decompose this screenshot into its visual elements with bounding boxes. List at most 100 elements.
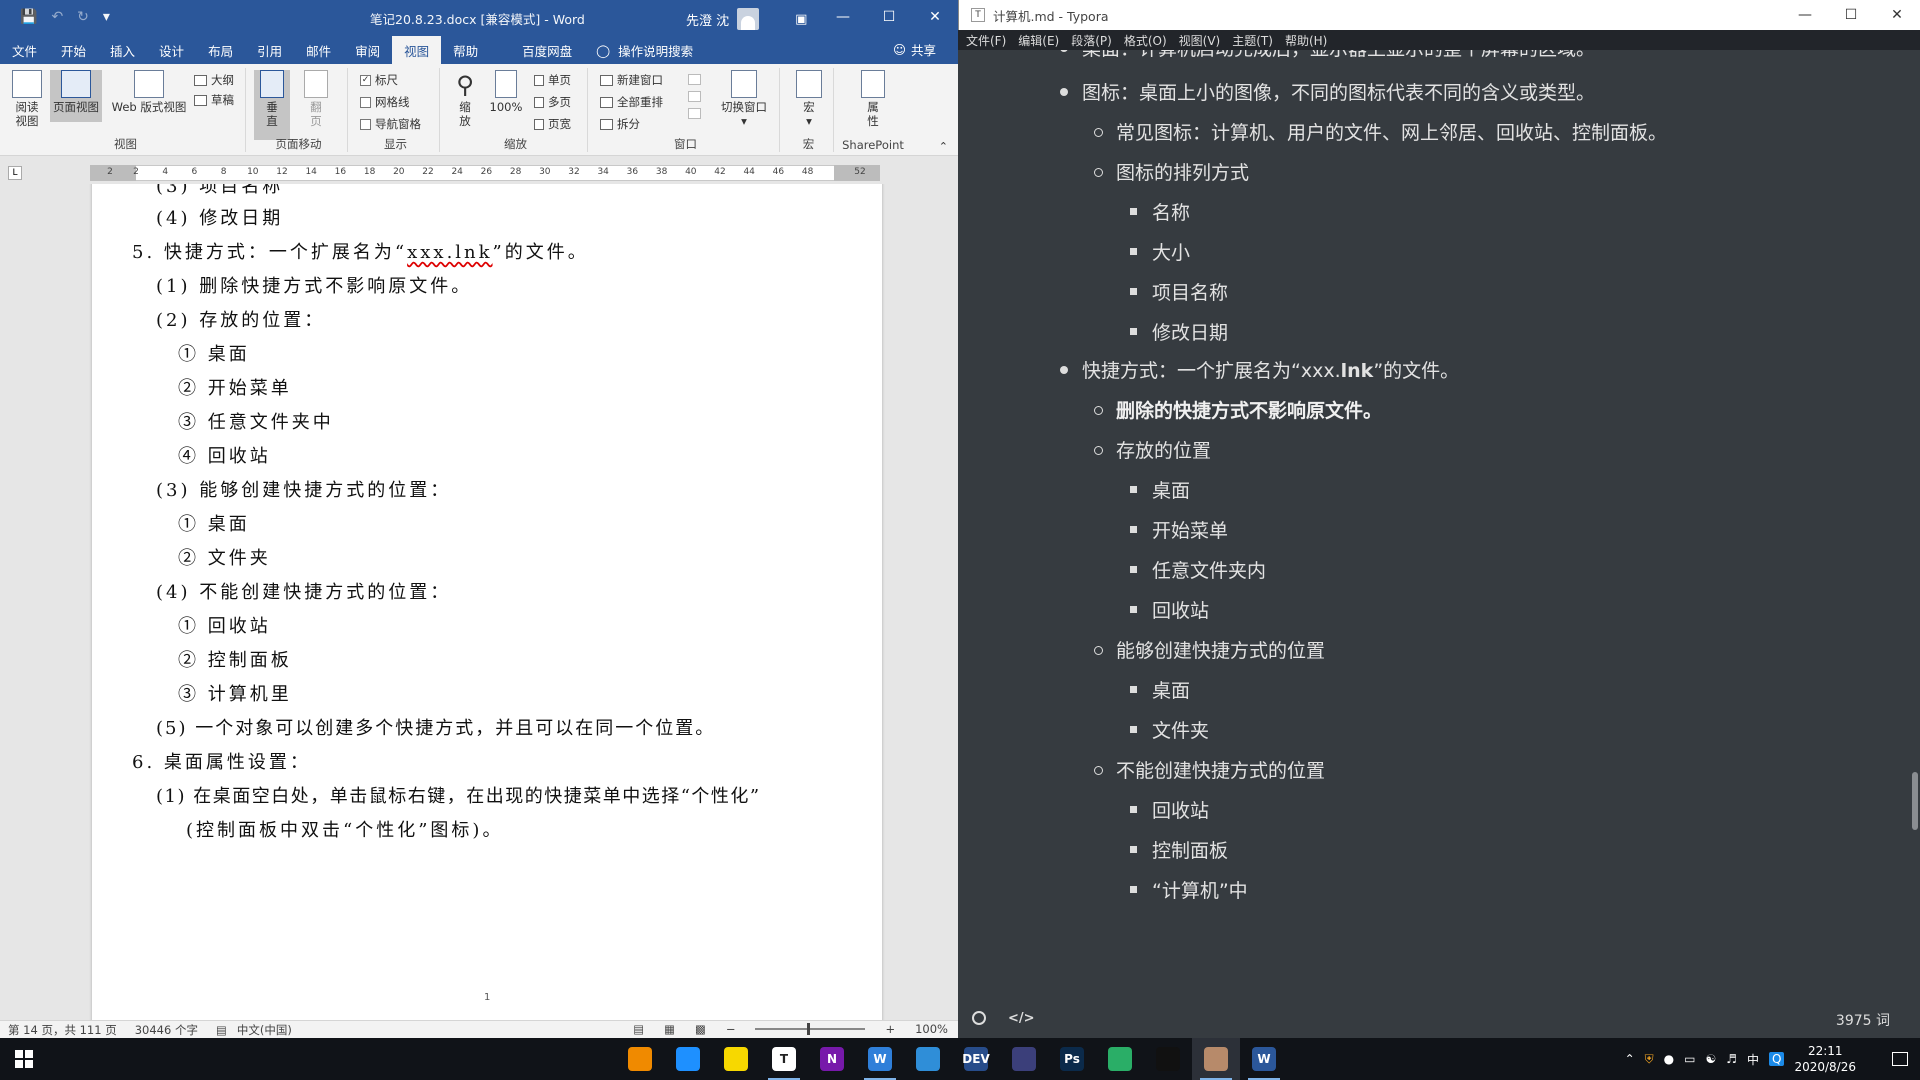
page-count[interactable]: 第 14 页，共 111 页 bbox=[8, 1022, 117, 1038]
maximize-button[interactable]: ☐ bbox=[866, 0, 912, 34]
tab-help[interactable]: 帮助 bbox=[441, 36, 490, 64]
tab-file[interactable]: 文件 bbox=[0, 36, 49, 64]
clock[interactable]: 22:11 2020/8/26 bbox=[1794, 1043, 1856, 1075]
user-photo-icon[interactable] bbox=[1192, 1038, 1240, 1080]
zoom-level[interactable]: 100% bbox=[915, 1022, 948, 1036]
collapse-ribbon-icon[interactable]: ⌃ bbox=[939, 140, 948, 153]
draft-button[interactable]: 草稿 bbox=[194, 92, 234, 108]
arrange-all-button[interactable]: 全部重排 bbox=[600, 94, 663, 110]
multiple-pages-button[interactable]: 多页 bbox=[534, 94, 571, 110]
new-window-button[interactable]: 新建窗口 bbox=[600, 72, 663, 88]
battery-icon[interactable]: ▭ bbox=[1684, 1052, 1695, 1066]
switch-windows-button[interactable]: 切换窗口 ▾ bbox=[716, 70, 772, 128]
ruler-checkbox[interactable]: ✓ 标尺 bbox=[360, 72, 398, 88]
tab-design[interactable]: 设计 bbox=[147, 36, 196, 64]
menu-format[interactable]: 格式(O) bbox=[1124, 32, 1167, 49]
proofing-icon[interactable]: ▤ bbox=[216, 1023, 227, 1037]
zoom-in-icon[interactable]: + bbox=[885, 1022, 895, 1036]
document-page[interactable]: (3) 项目名称 (4) 修改日期 5. 快捷方式：一个扩展名为“xxx.lnk… bbox=[92, 184, 882, 1020]
tab-selector[interactable]: L bbox=[8, 166, 22, 180]
macros-button[interactable]: 宏 ▾ bbox=[792, 70, 826, 128]
zoom-button[interactable]: ⚲ 缩 放 bbox=[448, 70, 482, 128]
close-button[interactable]: ✕ bbox=[1874, 0, 1920, 30]
share-button[interactable]: ☺ 共享 bbox=[893, 40, 936, 59]
menu-view[interactable]: 视图(V) bbox=[1179, 32, 1221, 49]
side-to-side-button[interactable]: 翻 页 bbox=[298, 70, 334, 128]
word-count[interactable]: 30446 个字 bbox=[135, 1022, 198, 1038]
minimize-button[interactable]: — bbox=[1782, 0, 1828, 30]
user-account[interactable]: 先澄 沈 ▣ bbox=[686, 8, 807, 30]
view-side-by-side-icon[interactable] bbox=[688, 74, 701, 85]
tell-me-search[interactable]: ◯ 操作说明搜索 bbox=[584, 36, 705, 64]
ribbon-display-options-icon[interactable]: ▣ bbox=[795, 12, 807, 27]
tab-mailings[interactable]: 邮件 bbox=[294, 36, 343, 64]
minimize-button[interactable]: — bbox=[820, 0, 866, 34]
eclipse-icon[interactable] bbox=[1000, 1038, 1048, 1080]
zoom-slider[interactable] bbox=[755, 1023, 866, 1035]
menu-themes[interactable]: 主题(T) bbox=[1232, 32, 1273, 49]
wechat-icon[interactable] bbox=[1096, 1038, 1144, 1080]
menu-paragraph[interactable]: 段落(P) bbox=[1071, 32, 1112, 49]
horizontal-ruler[interactable]: L 2 2 4 6 8 10 12 14 16 18 20 22 24 26 28 30 32 34 36 38 40 4… bbox=[0, 162, 958, 184]
tab-view[interactable]: 视图 bbox=[392, 36, 442, 64]
qq-tray-icon[interactable]: ● bbox=[1664, 1052, 1674, 1066]
page-width-button[interactable]: 页宽 bbox=[534, 116, 571, 132]
word-count[interactable]: 3975 词 bbox=[1836, 1010, 1890, 1030]
start-button[interactable] bbox=[0, 1038, 48, 1080]
zoom-100-button[interactable]: 100% bbox=[488, 70, 524, 114]
read-mode-button[interactable]: 阅读 视图 bbox=[10, 70, 44, 128]
close-button[interactable]: ✕ bbox=[912, 0, 958, 34]
web-layout-status-icon[interactable]: ▩ bbox=[695, 1022, 706, 1036]
network-icon[interactable]: ☯ bbox=[1705, 1052, 1716, 1066]
language[interactable]: 中文(中国) bbox=[237, 1022, 292, 1038]
sticky-notes-icon[interactable] bbox=[712, 1038, 760, 1080]
print-layout-status-icon[interactable]: ▦ bbox=[664, 1022, 675, 1036]
browser-icon[interactable] bbox=[664, 1038, 712, 1080]
tab-layout[interactable]: 布局 bbox=[196, 36, 245, 64]
web-layout-button[interactable]: Web 版式视图 bbox=[108, 70, 190, 114]
typora-editor[interactable]: 桌面：计算机启动完成后，显示器上显示的整个屏幕的区域。 图标：桌面上小的图像，不… bbox=[958, 50, 1920, 998]
photoshop-icon[interactable]: Ps bbox=[1048, 1038, 1096, 1080]
synchronous-scrolling-icon[interactable] bbox=[688, 91, 701, 102]
qq-input-icon[interactable]: Q bbox=[1769, 1052, 1785, 1066]
vscode-icon[interactable] bbox=[904, 1038, 952, 1080]
zoom-out-icon[interactable]: − bbox=[726, 1022, 736, 1036]
read-mode-status-icon[interactable]: ▤ bbox=[633, 1022, 644, 1036]
security-shield-icon[interactable]: ⛨ bbox=[1645, 1052, 1654, 1067]
tab-references[interactable]: 引用 bbox=[245, 36, 294, 64]
vertical-button[interactable]: 垂 直 bbox=[254, 70, 290, 140]
one-page-button[interactable]: 单页 bbox=[534, 72, 571, 88]
navigation-pane-checkbox[interactable]: 导航窗格 bbox=[360, 116, 421, 132]
document-area[interactable]: (3) 项目名称 (4) 修改日期 5. 快捷方式：一个扩展名为“xxx.lnk… bbox=[20, 184, 958, 1020]
save-icon[interactable]: 💾 bbox=[20, 9, 37, 25]
show-hidden-icons-icon[interactable]: ⌃ bbox=[1625, 1052, 1635, 1066]
devcpp-icon[interactable]: DEV bbox=[952, 1038, 1000, 1080]
undo-icon[interactable]: ↶ bbox=[51, 9, 63, 25]
menu-edit[interactable]: 编辑(E) bbox=[1018, 32, 1059, 49]
print-layout-button[interactable]: 页面视图 bbox=[50, 70, 102, 122]
onenote-icon[interactable]: N bbox=[808, 1038, 856, 1080]
word-taskbar-icon[interactable]: W bbox=[1240, 1038, 1288, 1080]
properties-button[interactable]: 属 性 bbox=[856, 70, 890, 128]
avatar[interactable] bbox=[737, 8, 760, 30]
menu-file[interactable]: 文件(F) bbox=[966, 32, 1006, 49]
source-code-mode-icon[interactable]: </> bbox=[1008, 1011, 1035, 1026]
gridlines-checkbox[interactable]: 网格线 bbox=[360, 94, 410, 110]
volume-icon[interactable]: ♬ bbox=[1726, 1052, 1737, 1066]
redo-icon[interactable]: ↻ bbox=[77, 9, 89, 25]
split-button[interactable]: 拆分 bbox=[600, 116, 640, 132]
search-app-icon[interactable] bbox=[616, 1038, 664, 1080]
writer-icon[interactable]: W bbox=[856, 1038, 904, 1080]
scrollbar-thumb[interactable] bbox=[1912, 772, 1918, 830]
input-method[interactable]: 中 bbox=[1747, 1051, 1759, 1068]
customize-qat-icon[interactable]: ▾ bbox=[103, 9, 110, 25]
notification-center-icon[interactable] bbox=[1880, 1038, 1920, 1080]
maximize-button[interactable]: ☐ bbox=[1828, 0, 1874, 30]
sidebar-toggle-icon[interactable] bbox=[972, 1011, 986, 1025]
menu-help[interactable]: 帮助(H) bbox=[1285, 32, 1327, 49]
tab-review[interactable]: 审阅 bbox=[343, 36, 392, 64]
outline-button[interactable]: 大纲 bbox=[194, 72, 234, 88]
spelling-error-word[interactable]: xxx.lnk bbox=[407, 242, 492, 263]
tab-home[interactable]: 开始 bbox=[49, 36, 98, 64]
qq-icon[interactable] bbox=[1144, 1038, 1192, 1080]
